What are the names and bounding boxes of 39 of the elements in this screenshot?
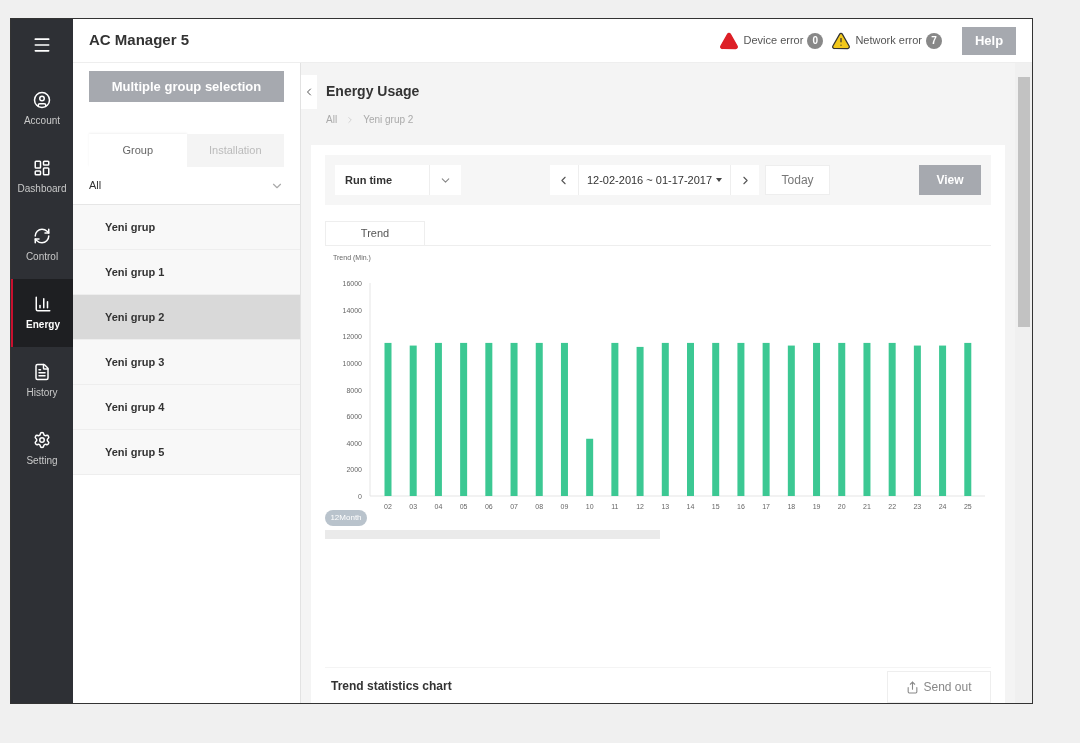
error-label: Device error [743, 33, 804, 49]
app-title: AC Manager 5 [89, 30, 190, 51]
dropdown-triangle-icon [716, 178, 723, 182]
send-out-button[interactable]: Send out [887, 671, 991, 703]
nav-item[interactable]: Dashboard [11, 143, 73, 211]
group-list-item[interactable]: Yeni grup 5 [73, 430, 300, 475]
date-range-picker[interactable]: 12-02-2016 ~ 01-17-2017 [577, 165, 732, 195]
nav-item[interactable]: History [11, 347, 73, 415]
user-icon [33, 90, 51, 109]
menu-icon[interactable] [32, 35, 52, 55]
collapse-button[interactable] [301, 75, 317, 109]
refresh-icon [33, 226, 51, 245]
chart-bar [586, 438, 594, 496]
panel-tab[interactable]: Group [89, 134, 187, 167]
nav-item[interactable]: Setting [11, 415, 73, 483]
group-list-item[interactable]: Yeni grup 2 [73, 295, 300, 340]
error-count: 7 [926, 32, 942, 49]
nav-item[interactable]: Energy [11, 279, 73, 347]
page-title: Energy Usage [326, 82, 421, 101]
group-list-item[interactable]: Yeni grup 4 [73, 385, 300, 430]
next-button[interactable] [731, 165, 760, 195]
previous-button[interactable] [549, 165, 578, 195]
group-list-item[interactable]: Yeni grup [73, 205, 300, 250]
document-icon [33, 362, 51, 381]
vertical-scrollbar[interactable] [1015, 63, 1032, 703]
group-list-item[interactable]: Yeni grup 3 [73, 340, 300, 385]
nav-item[interactable]: Control [11, 211, 73, 279]
bar-chart-icon [34, 294, 52, 313]
dashboard-icon [33, 158, 51, 177]
group-list-item[interactable]: Yeni grup 1 [73, 250, 300, 295]
metric-dropdown[interactable]: Run time [335, 165, 461, 195]
error-count: 0 [807, 32, 824, 49]
section-title: Trend statistics chart [331, 677, 452, 695]
nav-item[interactable]: Account [11, 75, 73, 143]
chart-tab[interactable]: Trend [325, 221, 425, 245]
export-icon [906, 680, 920, 694]
today-button[interactable]: Today [765, 165, 831, 195]
settings-icon [33, 430, 51, 449]
error-label: Network error [855, 33, 922, 49]
